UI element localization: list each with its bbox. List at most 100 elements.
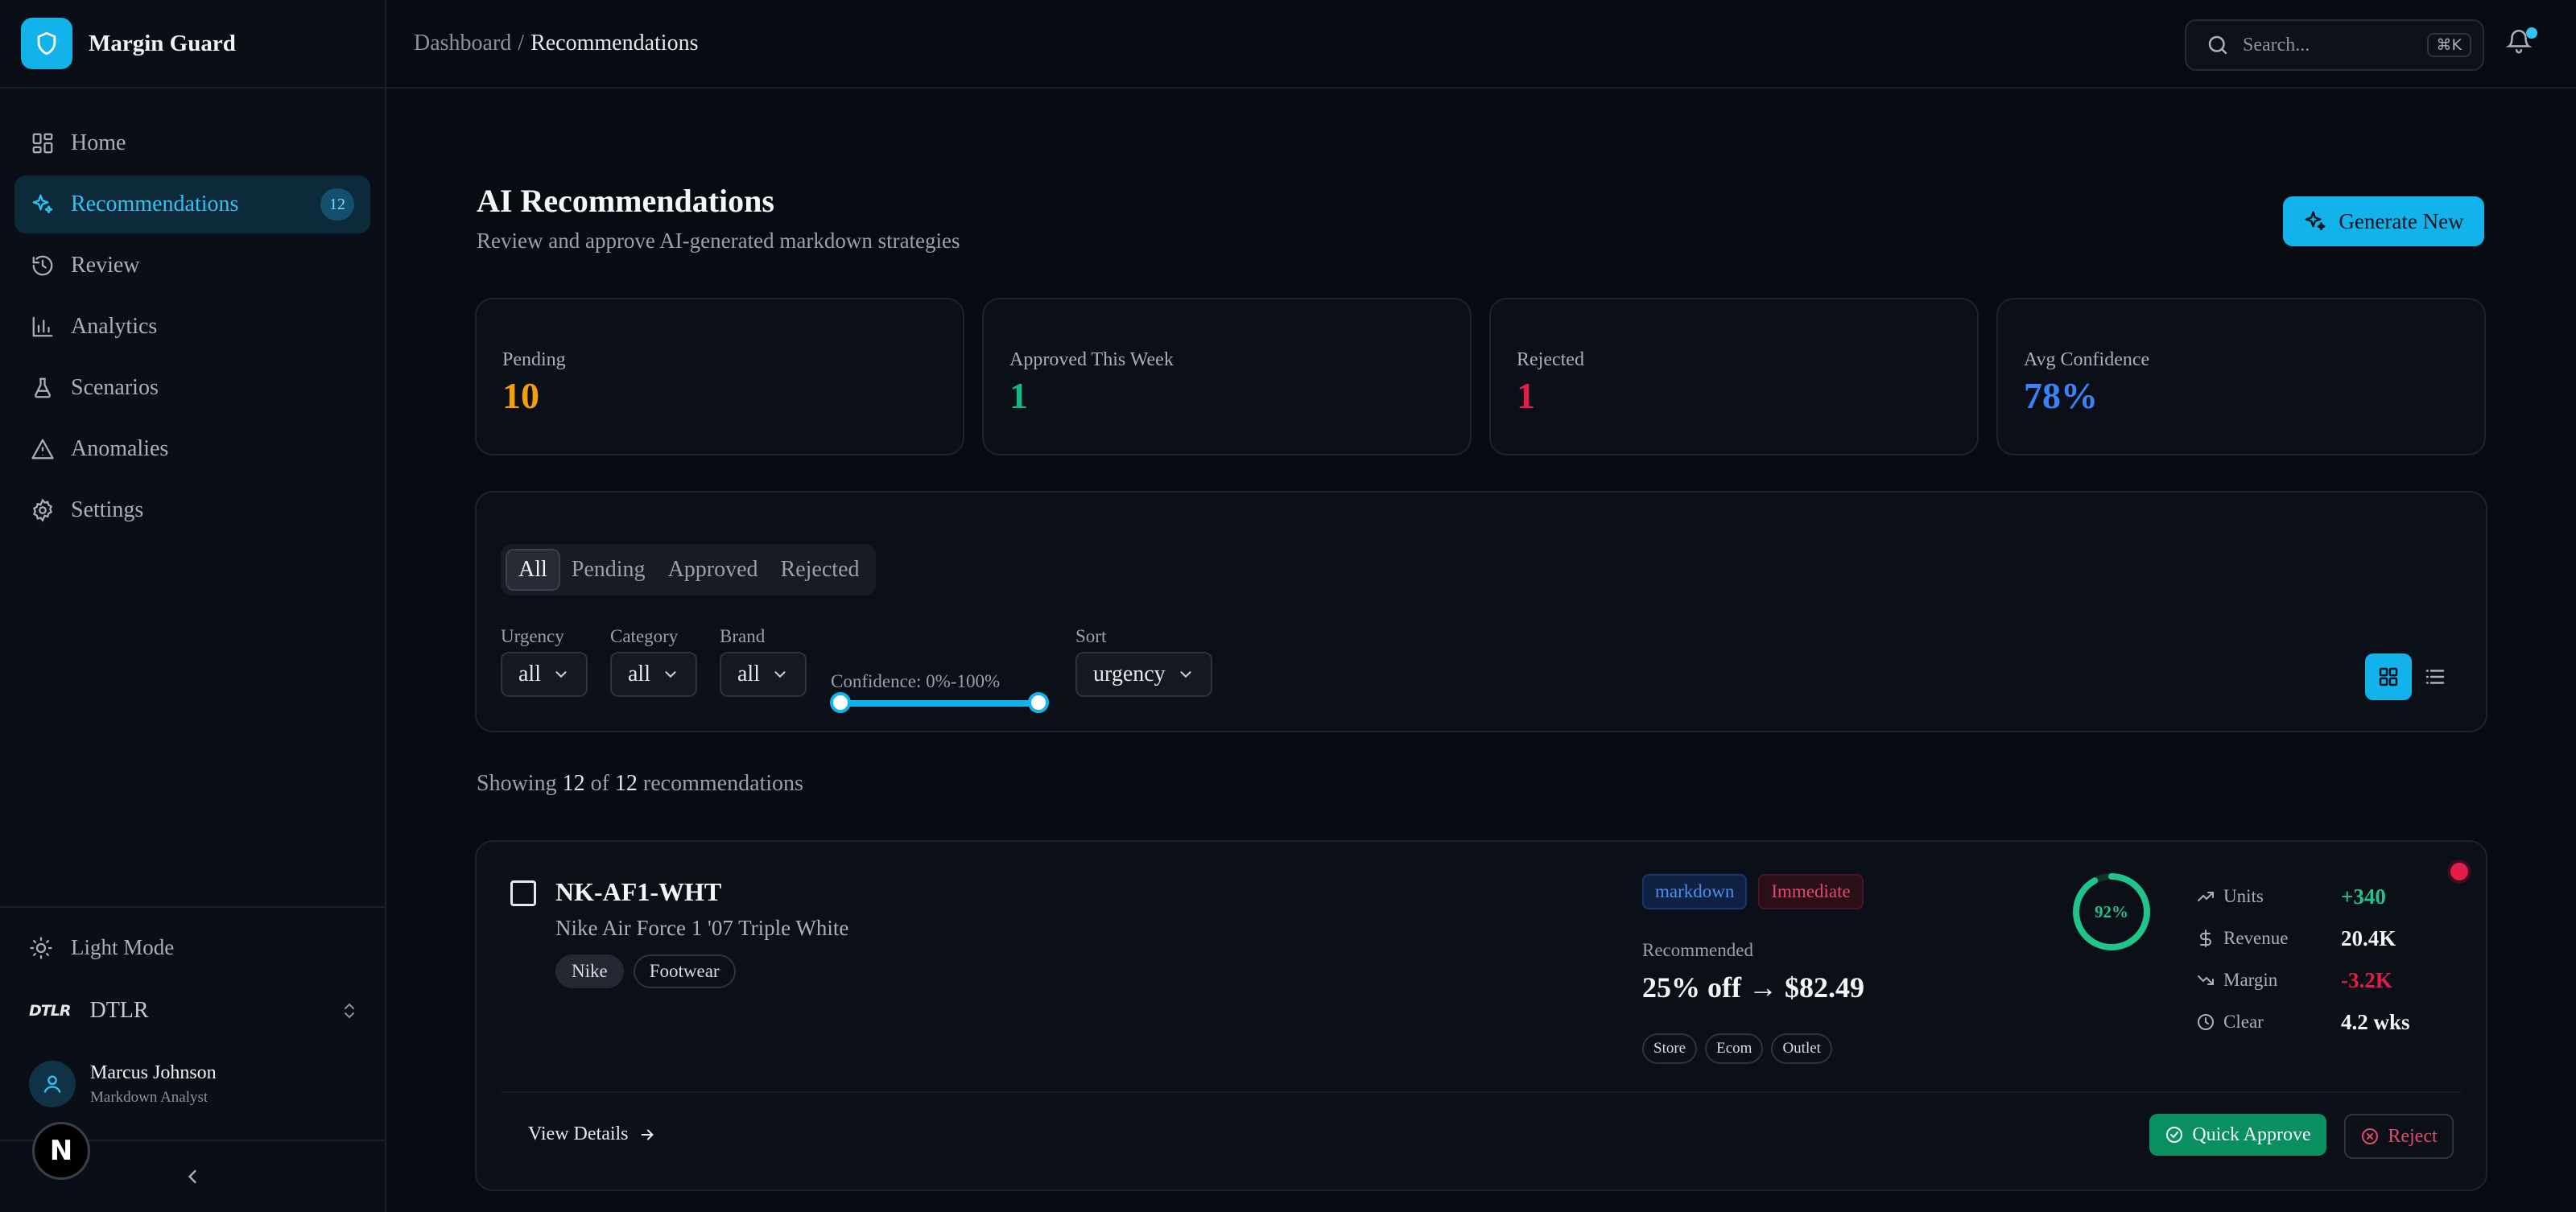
urgency-select[interactable]: all [501,652,588,697]
org-switcher[interactable]: DTLR DTLR [29,998,359,1024]
urgency-value: all [518,662,541,686]
metric-label: Revenue [2223,928,2289,948]
tab-pending[interactable]: Pending [560,549,657,591]
breadcrumb-separator: / [518,31,525,56]
view-details-label: View Details [528,1123,629,1144]
sidebar-item-home[interactable]: Home [14,114,370,172]
user-name: Marcus Johnson [90,1062,217,1083]
sidebar-item-settings[interactable]: Settings [14,481,370,539]
stat-card-pending: Pending 10 [475,298,964,456]
view-details-link[interactable]: View Details [528,1123,656,1145]
generate-new-label: Generate New [2339,208,2464,233]
channel-tag-ecom: Ecom [1705,1033,1764,1064]
breadcrumb: Dashboard / Recommendations [414,31,698,56]
recommendation-card[interactable]: NK-AF1-WHT Nike Air Force 1 '07 Triple W… [475,840,2487,1191]
recommended-label: Recommended [1642,940,1753,960]
stat-value: 78% [2024,375,2098,416]
sidebar-item-label: Settings [71,497,144,522]
dollar-icon [2200,930,2211,947]
product-name: Nike Air Force 1 '07 Triple White [555,916,849,940]
sidebar: Margin Guard Home Recommendations 12 Rev… [0,0,386,1212]
search-placeholder: Search... [2243,34,2310,56]
sidebar-item-analytics[interactable]: Analytics [14,298,370,356]
user-role: Markdown Analyst [90,1088,208,1106]
status-tabs: All Pending Approved Rejected [501,544,876,596]
confidence-max-handle[interactable] [1028,692,1049,713]
metric-value: +340 [2341,884,2386,909]
channel-tags: Store Ecom Outlet [1642,1033,1840,1064]
trending-up-icon [2198,892,2214,901]
brand-select[interactable]: all [720,652,807,697]
sidebar-item-label: Recommendations [71,192,239,216]
n-badge[interactable]: N [32,1122,90,1180]
confidence-track[interactable] [830,692,1049,713]
grid-icon [2379,667,2398,686]
x-circle-icon [2362,1128,2379,1144]
confidence-min-handle[interactable] [830,692,851,713]
sidebar-item-label: Anomalies [71,436,169,461]
stat-value: 1 [1517,375,1535,416]
confidence-slider: Confidence: 0%-100% [830,671,1049,713]
showing-suffix: recommendations [642,771,803,796]
results-count: Showing 12 of 12 recommendations [477,771,803,797]
confidence-value: 92% [2095,901,2128,921]
tab-all[interactable]: All [506,549,560,591]
showing-count: 12 [562,771,585,796]
avatar [29,1061,76,1107]
sun-icon [30,936,52,959]
recommended-value: 25% off → $82.49 [1642,971,1864,1004]
search-input[interactable]: Search... ⌘K [2185,19,2484,71]
category-tag: Footwear [633,954,736,988]
light-mode-toggle[interactable]: Light Mode [29,935,174,960]
gear-icon [32,498,53,522]
sort-select[interactable]: urgency [1075,652,1212,697]
metric-revenue: Revenue 20.4K [2196,917,2410,959]
history-icon [32,255,53,276]
channel-tag-store: Store [1642,1033,1698,1064]
shield-icon [21,18,72,69]
metric-label: Units [2223,886,2264,906]
sort-label: Sort [1075,626,1107,646]
metric-clear: Clear 4.2 wks [2196,1001,2410,1043]
brand[interactable]: Margin Guard [0,0,385,89]
chevron-down-icon [774,671,786,678]
tab-approved[interactable]: Approved [657,549,770,591]
chevron-down-icon [555,671,567,678]
sidebar-footer: Light Mode DTLR DTLR Marcus Johnson Mark… [0,906,385,1212]
metric-label: Margin [2223,970,2278,990]
app-name: Margin Guard [89,30,236,56]
chevrons-up-down-icon [345,1003,354,1019]
brand-label: Brand [720,626,766,646]
stat-label: Pending [502,349,566,370]
recommendation-badges: markdown Immediate [1642,874,1875,909]
tab-rejected[interactable]: Rejected [770,549,871,591]
quick-approve-button[interactable]: Quick Approve [2149,1114,2326,1156]
sidebar-item-review[interactable]: Review [14,237,370,295]
reject-button[interactable]: Reject [2344,1114,2454,1159]
category-select[interactable]: all [610,652,697,697]
search-icon [2208,35,2227,55]
metric-value: 20.4K [2341,925,2396,950]
chevron-down-icon [1180,671,1191,678]
sidebar-item-label: Analytics [71,314,158,339]
list-view-button[interactable] [2412,653,2458,700]
grid-view-button[interactable] [2365,653,2412,700]
bar-chart-icon [32,316,53,337]
brand-value: all [737,662,760,686]
sparkles-icon [2305,211,2326,231]
select-checkbox[interactable] [510,880,536,906]
breadcrumb-root[interactable]: Dashboard [414,31,511,56]
reject-label: Reject [2388,1125,2438,1147]
category-value: all [628,662,650,686]
home-grid-icon [32,133,53,154]
sidebar-item-anomalies[interactable]: Anomalies [14,420,370,478]
check-circle-icon [2166,1127,2183,1143]
search-shortcut: ⌘K [2426,33,2471,57]
notifications-button[interactable] [2505,27,2537,60]
sidebar-item-recommendations[interactable]: Recommendations 12 [14,175,370,233]
user-profile[interactable]: Marcus Johnson Markdown Analyst [29,1061,217,1107]
generate-new-button[interactable]: Generate New [2283,196,2484,246]
type-badge: markdown [1642,874,1748,909]
sidebar-item-scenarios[interactable]: Scenarios [14,359,370,417]
showing-prefix: Showing [477,771,557,796]
